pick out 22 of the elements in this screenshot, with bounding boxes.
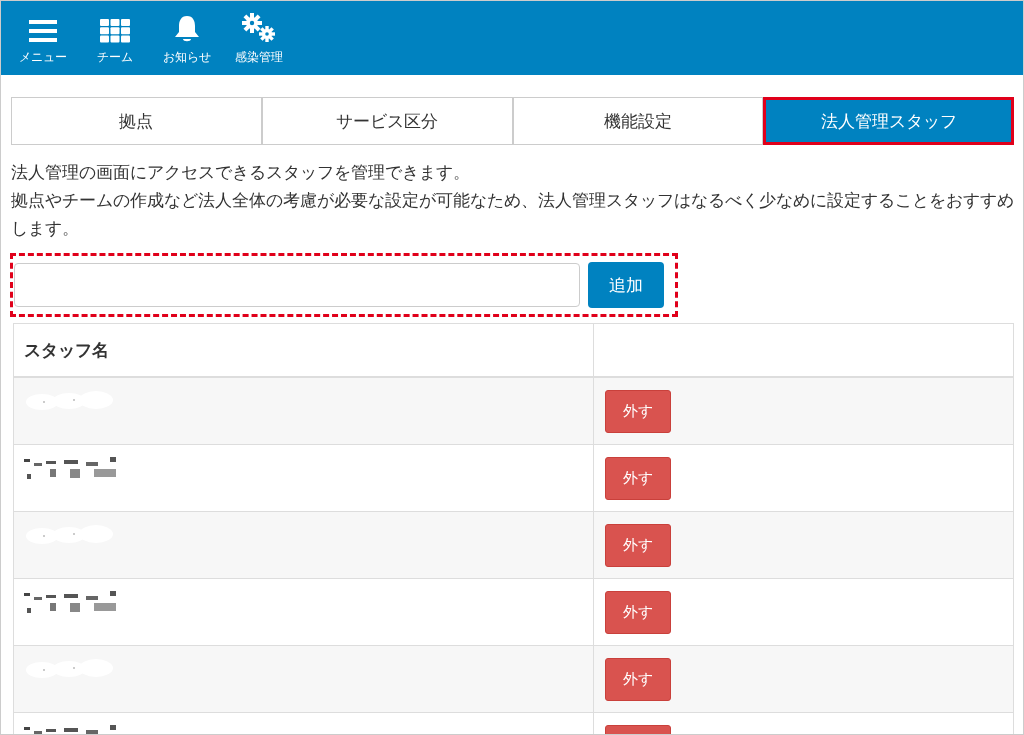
remove-button[interactable]: 外す: [605, 591, 671, 634]
column-header: スタッフ名: [14, 324, 594, 376]
grid-icon: [100, 19, 130, 43]
nav-button[interactable]: 感染管理: [227, 1, 291, 75]
nav-button[interactable]: メニュー: [11, 1, 75, 75]
gears-icon: [241, 13, 277, 43]
remove-button[interactable]: 外す: [605, 658, 671, 701]
nav-button[interactable]: お知らせ: [155, 1, 219, 75]
remove-button[interactable]: 外す: [605, 390, 671, 433]
menu-icon: [29, 19, 57, 43]
add-button[interactable]: 追加: [588, 262, 664, 308]
tab[interactable]: サービス区分: [261, 97, 513, 145]
description-text: 法人管理の画面にアクセスできるスタッフを管理できます。: [11, 162, 471, 184]
bell-icon: [174, 15, 200, 43]
tab[interactable]: 法人管理スタッフ: [763, 97, 1014, 145]
description-text: 拠点やチームの作成など法人全体の考慮が必要な設定が可能なため、法人管理スタッフはなるべく少なめに設定することをおすすめします。: [11, 190, 1014, 240]
tab[interactable]: 拠点: [11, 97, 262, 145]
remove-button[interactable]: 外す: [605, 524, 671, 567]
tab[interactable]: 機能設定: [512, 97, 764, 145]
remove-button[interactable]: 外す: [605, 457, 671, 500]
nav-button[interactable]: チーム: [83, 1, 147, 75]
staff-input-field[interactable]: [14, 263, 580, 307]
